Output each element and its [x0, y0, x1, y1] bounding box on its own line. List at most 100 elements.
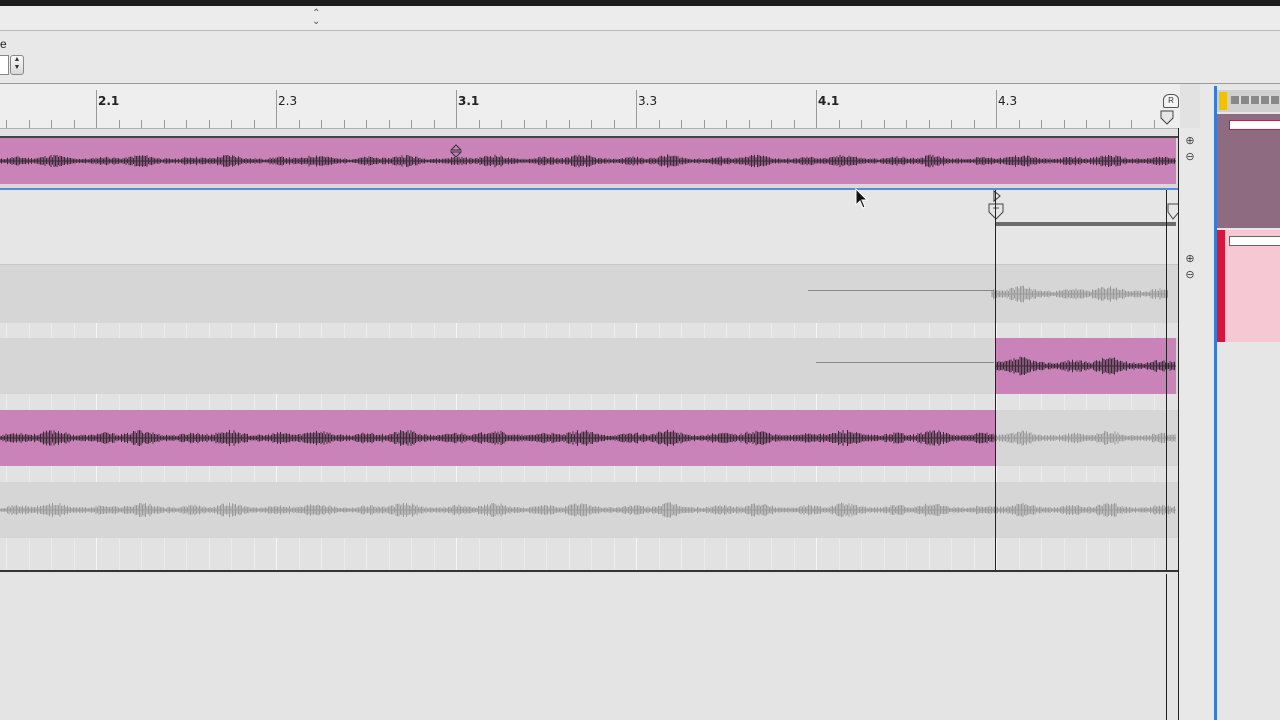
side-header [1217, 90, 1280, 112]
ruler-tick [1019, 120, 1020, 128]
ruler-tick [749, 120, 750, 128]
ruler-tick [591, 120, 592, 128]
ruler-tick [231, 120, 232, 128]
ruler-bar-label: 4.1 [818, 94, 840, 108]
ruler-tick [951, 120, 952, 128]
arrangement-view: 2.1 2.3 3.1 3.3 4.1 4.3 R ⊕ ⊖ ⊕ ⊖ [0, 84, 1201, 720]
side-track-2[interactable] [1217, 230, 1280, 342]
ruler-tick [141, 120, 142, 128]
waveform [0, 154, 1176, 168]
waveform-take-2 [995, 356, 1176, 376]
stepper-arrows-icon[interactable]: ▲ ▼ [10, 55, 24, 75]
ruler-tick [524, 120, 525, 128]
ruler-tick [659, 120, 660, 128]
ruler-tick [389, 120, 390, 128]
track-fader-icon[interactable] [1229, 120, 1280, 130]
ruler-tick [861, 120, 862, 128]
ruler-tick [29, 120, 30, 128]
take-lane-1[interactable] [0, 264, 1178, 323]
ruler-tick [704, 120, 705, 128]
ruler-tick [681, 120, 682, 128]
ruler-tick [6, 120, 7, 128]
stepper-field[interactable] [0, 55, 9, 75]
ruler-bar-label: 2.1 [98, 94, 120, 108]
ruler-tick [726, 120, 727, 128]
zoom-out-icon[interactable]: ⊖ [1183, 268, 1197, 282]
ruler-tick [74, 120, 75, 128]
take-lanes-area [0, 190, 1180, 572]
ruler-tick [96, 90, 97, 128]
side-track-1[interactable] [1217, 114, 1280, 228]
playhead-line [1166, 574, 1167, 720]
ruler-tick [614, 120, 615, 128]
zoom-in-icon[interactable]: ⊕ [1183, 252, 1197, 266]
side-header-buttons-icon[interactable] [1231, 96, 1279, 104]
empty-arrangement-area[interactable] [0, 574, 1178, 720]
ruler-tick [456, 90, 457, 128]
loop-end-icon[interactable] [1160, 110, 1174, 126]
ruler-tick [636, 90, 637, 128]
lanes-bottom-border [0, 570, 1178, 572]
ruler-tick [884, 120, 885, 128]
beat-time-ruler[interactable]: 2.1 2.3 3.1 3.3 4.1 4.3 R [0, 84, 1180, 129]
ruler-tick [119, 120, 120, 128]
ruler-tick [479, 120, 480, 128]
ruler-tick [1154, 120, 1155, 128]
loop-start-line [995, 190, 996, 572]
ruler-tick [276, 90, 277, 128]
ruler-tick [1131, 120, 1132, 128]
audio-clip-main[interactable] [0, 138, 1176, 184]
control-label: e [0, 37, 7, 51]
ruler-tick [929, 120, 930, 128]
take-lane-4[interactable] [0, 482, 1178, 538]
ruler-tick [254, 120, 255, 128]
ruler-tick [321, 120, 322, 128]
ruler-tick [1086, 120, 1087, 128]
ruler-tick [771, 120, 772, 128]
side-track-2-color-strip [1217, 230, 1225, 342]
ruler-bar-label: 4.3 [998, 94, 1018, 108]
ruler-bar-label: 3.1 [458, 94, 480, 108]
loop-end-line [1166, 190, 1167, 572]
waveform-take-1 [991, 285, 1168, 303]
ruler-tick [1041, 120, 1042, 128]
lane-separator-row [0, 234, 1178, 264]
ruler-tick [164, 120, 165, 128]
ruler-tick [546, 120, 547, 128]
zoom-in-icon[interactable]: ⊕ [1183, 134, 1197, 148]
side-yellow-tab[interactable] [1219, 92, 1227, 110]
value-stepper[interactable]: ▲ ▼ [0, 53, 24, 75]
control-bar: e ▲ ▼ [0, 31, 1280, 84]
resize-grip-icon[interactable]: ⌃ ⌄ [312, 9, 320, 27]
ruler-tick [996, 90, 997, 128]
ruler-tick [434, 120, 435, 128]
track-fader-icon[interactable] [1229, 236, 1280, 246]
ruler-tick [974, 120, 975, 128]
waveform-take-3 [0, 429, 1176, 447]
zoom-out-icon[interactable]: ⊖ [1183, 150, 1197, 164]
ruler-tick [186, 120, 187, 128]
cursor-icon [855, 188, 869, 209]
end-marker-icon[interactable]: R [1163, 94, 1179, 108]
ruler-tick [51, 120, 52, 128]
take-lane-3[interactable] [0, 410, 1178, 466]
side-panel-border [1200, 84, 1214, 720]
ruler-tick [411, 120, 412, 128]
pre-roll-line [808, 290, 994, 291]
ruler-tick [501, 120, 502, 128]
track-lane-main[interactable] [0, 136, 1178, 190]
ruler-tick [839, 120, 840, 128]
loop-start-icon[interactable] [988, 190, 1004, 224]
ruler-tick [209, 120, 210, 128]
side-panel [1214, 86, 1280, 720]
ruler-tick [299, 120, 300, 128]
ruler-tick [906, 120, 907, 128]
ruler-tick [816, 90, 817, 128]
waveform-take-4 [0, 502, 1176, 518]
loop-bracket[interactable] [996, 222, 1176, 226]
ruler-tick [1109, 120, 1110, 128]
take-lane-2[interactable] [0, 338, 1178, 394]
ruler-bar-label: 2.3 [278, 94, 298, 108]
clip-fade-handle-icon[interactable] [450, 144, 462, 158]
ruler-tick [569, 120, 570, 128]
